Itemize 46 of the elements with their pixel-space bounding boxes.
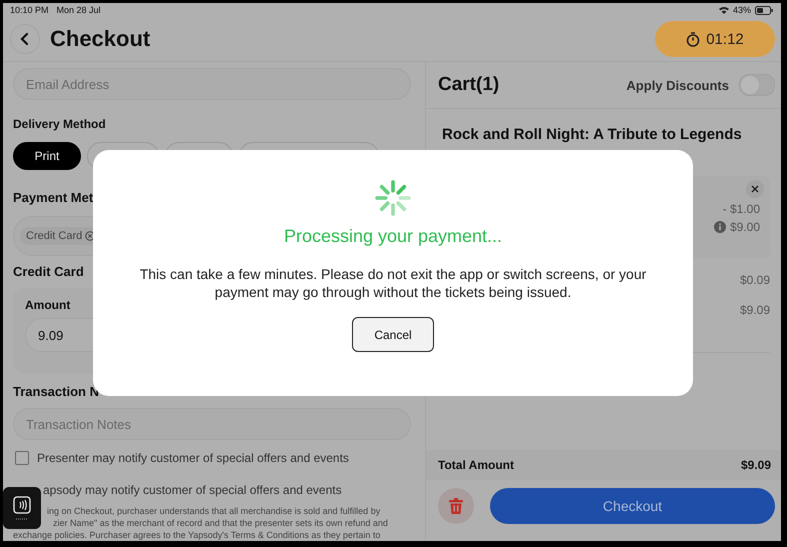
consent-label: Presenter may notify customer of special offers and events bbox=[37, 451, 349, 465]
page-title: Checkout bbox=[50, 26, 152, 52]
stopwatch-icon bbox=[686, 32, 700, 46]
section-label: Payment Met bbox=[13, 190, 94, 206]
total-label: Total Amount bbox=[438, 458, 514, 472]
spinner-icon bbox=[375, 180, 411, 216]
price-value: $9.09 bbox=[740, 303, 770, 317]
wifi-icon bbox=[718, 6, 729, 14]
trash-icon bbox=[449, 498, 463, 514]
contactless-icon bbox=[13, 496, 31, 514]
email-field[interactable]: Email Address bbox=[13, 68, 411, 100]
event-title: Rock and Roll Night: A Tribute to Legends bbox=[441, 126, 743, 144]
dialog-message: This can take a few minutes. Please do not exit the app or switch screens, or your payment may go through without the tickets being issued. bbox=[138, 265, 648, 301]
status-date: Mon 28 Jul bbox=[56, 5, 101, 15]
checkout-button[interactable]: Checkout bbox=[490, 488, 775, 524]
remove-button[interactable] bbox=[746, 180, 764, 198]
remove-icon bbox=[85, 231, 96, 241]
section-label: Credit Card bbox=[13, 264, 84, 280]
discounts-toggle[interactable] bbox=[739, 74, 775, 96]
section-label: Delivery Method bbox=[13, 116, 106, 132]
status-time: 10:10 PM bbox=[10, 5, 49, 15]
ticket-price: $9.00 bbox=[730, 220, 760, 234]
close-icon bbox=[751, 185, 759, 193]
notes-field[interactable]: Transaction Notes bbox=[13, 408, 411, 440]
price-value: $0.09 bbox=[740, 273, 770, 287]
delivery-option[interactable]: Print bbox=[13, 142, 81, 170]
battery-icon bbox=[755, 6, 773, 14]
discount-amount: - $1.00 bbox=[722, 202, 760, 216]
delete-button[interactable] bbox=[438, 488, 474, 524]
back-icon bbox=[20, 32, 30, 46]
tap-to-pay-button[interactable] bbox=[3, 487, 41, 529]
cart-title: Cart(1) bbox=[438, 74, 500, 96]
terms-text: exchange policies. Purchaser agrees to the Yapsody's Terms & Conditions as they pertain to bbox=[13, 529, 380, 541]
info-icon bbox=[714, 221, 726, 233]
consent-label: apsody may notify customer of special offers and events bbox=[43, 483, 342, 497]
terms-text: zier Name" as the merchant of record and that the presenter sets its own refund and bbox=[53, 517, 388, 529]
total-value: $9.09 bbox=[740, 458, 771, 472]
amount-label: Amount bbox=[25, 298, 72, 312]
battery-percent: 43% bbox=[732, 5, 751, 15]
terms-text: ing on Checkout, purchaser understands that all merchandise is sold and fulfilled by bbox=[47, 505, 380, 517]
cancel-button[interactable]: Cancel bbox=[352, 317, 434, 352]
dialog-title: Processing your payment... bbox=[284, 226, 502, 247]
timer-button[interactable]: 01:12 bbox=[655, 21, 775, 57]
discounts-label: Apply Discounts bbox=[626, 78, 729, 92]
checkbox[interactable] bbox=[15, 451, 29, 465]
back-button[interactable] bbox=[10, 24, 40, 54]
